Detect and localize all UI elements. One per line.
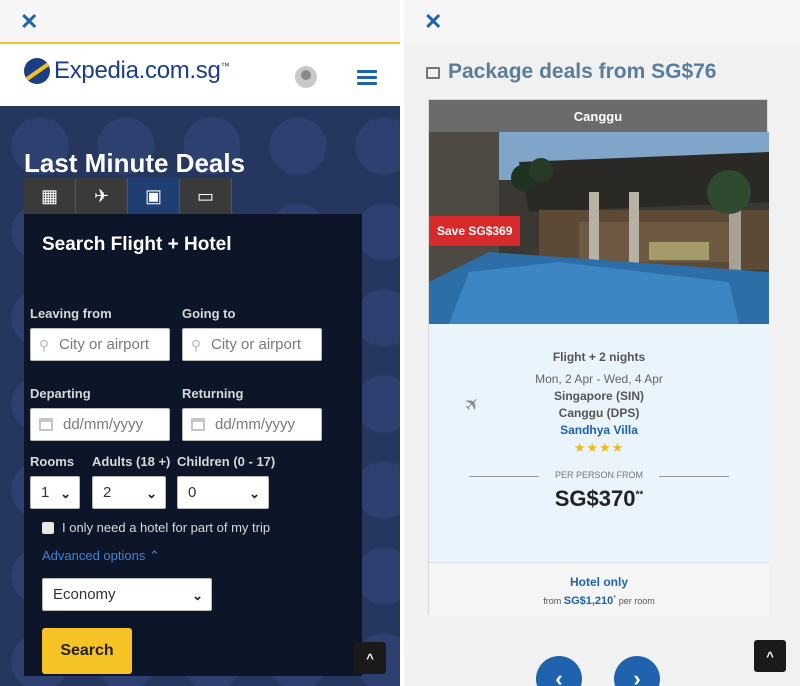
close-icon[interactable]: ✕	[20, 11, 40, 33]
deal-details: ✈ Flight + 2 nights Mon, 2 Apr - Wed, 4 …	[429, 324, 769, 562]
children-select[interactable]: 0 ⌄	[177, 476, 269, 509]
hotel-part-checkbox[interactable]	[42, 522, 54, 534]
logo-text: Expedia.com.sg	[54, 57, 221, 84]
adults-value: 2	[103, 484, 112, 501]
going-to-input[interactable]: ⚲ City or airport	[182, 328, 322, 361]
right-screen: ✕ Package deals from SG$76 Canggu Save S…	[404, 0, 800, 686]
top-bar: ✕	[0, 0, 400, 44]
close-icon[interactable]: ✕	[424, 11, 444, 33]
chevron-down-icon: ⌄	[192, 588, 203, 603]
cabin-class-select[interactable]: Economy ⌄	[42, 578, 212, 611]
departing-date-input[interactable]: dd/mm/yyyy	[30, 408, 170, 441]
star-rating: ★★★★	[573, 440, 625, 455]
expedia-logo[interactable]: Expedia.com.sg™	[24, 56, 230, 86]
hotel-from-prefix: from	[543, 596, 562, 606]
calendar-icon	[39, 418, 53, 431]
leaving-from-label: Leaving from	[30, 306, 112, 321]
search-form: Search Flight + Hotel Leaving from ⚲ Cit…	[24, 214, 362, 676]
adults-label: Adults (18 +)	[92, 454, 171, 469]
hero-title: Last Minute Deals	[24, 148, 246, 178]
origin-airport: Singapore (SIN)	[553, 389, 644, 403]
location-pin-icon: ⚲	[191, 336, 202, 353]
next-deal-button[interactable]: ›	[614, 656, 660, 686]
advanced-options-link[interactable]: Advanced options ⌃	[42, 548, 160, 564]
location-pin-icon: ⚲	[39, 336, 50, 353]
hotel-from-suffix: per room	[618, 596, 655, 606]
hotel-part-label: I only need a hotel for part of my trip	[62, 520, 271, 535]
deal-price: SG$370**	[429, 486, 769, 512]
deal-card[interactable]: Canggu Save SG$369 ✈ Flight + 2 nights M…	[428, 99, 769, 616]
deal-price-sup: **	[635, 489, 644, 501]
children-value: 0	[188, 484, 197, 501]
hotel-only-price-line: from SG$1,210* per room	[429, 593, 769, 607]
site-header: Expedia.com.sg™	[0, 46, 400, 106]
hotel-only-section[interactable]: Hotel only from SG$1,210* per room	[429, 562, 769, 616]
suitcase-icon	[426, 67, 440, 79]
logo-tm: ™	[220, 61, 230, 71]
tab-flight-icon[interactable]: ✈	[76, 178, 128, 214]
account-avatar-icon[interactable]	[295, 66, 317, 88]
returning-date-input[interactable]: dd/mm/yyyy	[182, 408, 322, 441]
leaving-from-placeholder: City or airport	[59, 336, 150, 353]
deal-price-value: SG$370	[554, 486, 636, 511]
cabin-class-value: Economy	[53, 586, 116, 603]
chevron-down-icon: ⌄	[146, 486, 157, 501]
package-deals-title: Package deals from SG$76	[448, 60, 717, 83]
calendar-icon	[191, 418, 205, 431]
scroll-to-top-button[interactable]: ^	[754, 640, 786, 672]
left-screen: ✕ Expedia.com.sg™ Last Minute Deals ▦ ✈ …	[0, 0, 400, 686]
package-deals-heading: Package deals from SG$76	[426, 60, 716, 84]
rooms-select[interactable]: 1 ⌄	[30, 476, 80, 509]
children-label: Children (0 - 17)	[177, 454, 276, 469]
going-to-placeholder: City or airport	[211, 336, 302, 353]
adults-select[interactable]: 2 ⌄	[92, 476, 166, 509]
search-type-tabs: ▦ ✈ ▣ ▭	[24, 178, 232, 214]
tab-activities-icon[interactable]: ▭	[180, 178, 232, 214]
going-to-label: Going to	[182, 306, 236, 321]
chevron-down-icon: ⌄	[249, 486, 260, 501]
tab-flight-hotel-icon[interactable]: ▣	[128, 178, 180, 214]
departing-label: Departing	[30, 386, 91, 401]
departing-placeholder: dd/mm/yyyy	[63, 416, 144, 433]
leaving-from-input[interactable]: ⚲ City or airport	[30, 328, 170, 361]
rooms-label: Rooms	[30, 454, 75, 469]
hotel-from-sup: *	[613, 593, 617, 602]
hotel-name-link[interactable]: Sandhya Villa	[429, 423, 769, 437]
destination-airport: Canggu (DPS)	[558, 406, 640, 420]
package-type: Flight + 2 nights	[552, 350, 646, 364]
search-button[interactable]: Search	[42, 628, 132, 674]
deal-destination: Canggu	[429, 100, 767, 132]
returning-label: Returning	[182, 386, 244, 401]
top-bar: ✕	[404, 0, 800, 44]
save-badge: Save SG$369	[429, 216, 521, 246]
logo-globe-icon	[24, 58, 50, 84]
previous-deal-button[interactable]: ‹	[536, 656, 582, 686]
returning-placeholder: dd/mm/yyyy	[215, 416, 296, 433]
per-person-label: PER PERSON FROM	[469, 470, 729, 482]
hero-section: Last Minute Deals ▦ ✈ ▣ ▭ Search Flight …	[0, 106, 400, 686]
form-title: Search Flight + Hotel	[42, 234, 232, 255]
travel-dates: Mon, 2 Apr - Wed, 4 Apr	[535, 372, 663, 386]
scroll-to-top-button[interactable]: ^	[354, 642, 386, 674]
hamburger-menu-icon[interactable]	[357, 70, 377, 86]
hotel-only-link[interactable]: Hotel only	[429, 575, 769, 589]
tab-hotel-icon[interactable]: ▦	[24, 178, 76, 214]
rooms-value: 1	[41, 484, 50, 501]
hotel-from-price: SG$1,210	[563, 595, 614, 607]
chevron-down-icon: ⌄	[60, 486, 71, 501]
villa-pool-photo[interactable]: Save SG$369	[429, 132, 769, 324]
